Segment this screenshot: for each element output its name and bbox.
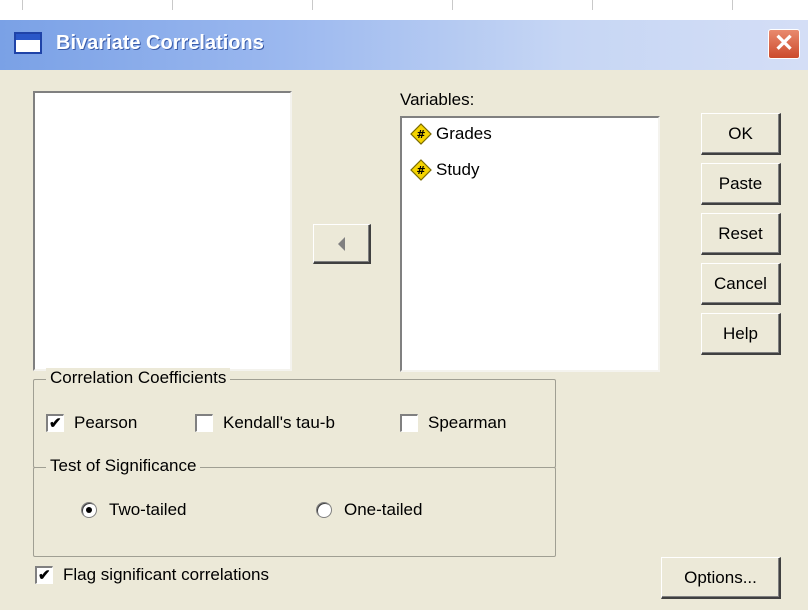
radio-selected-dot bbox=[86, 507, 92, 513]
svg-text:#: # bbox=[416, 128, 425, 141]
options-button[interactable]: Options... bbox=[661, 557, 781, 599]
close-icon: ✕ bbox=[773, 30, 795, 57]
ok-button[interactable]: OK bbox=[701, 113, 781, 155]
one-tailed-radio[interactable]: One-tailed bbox=[316, 500, 422, 520]
checkbox-box bbox=[195, 414, 213, 432]
two-tailed-radio[interactable]: Two-tailed bbox=[81, 500, 186, 520]
cancel-button[interactable]: Cancel bbox=[701, 263, 781, 305]
one-tailed-label: One-tailed bbox=[344, 500, 423, 519]
radio-button bbox=[316, 502, 332, 518]
spearman-label: Spearman bbox=[428, 413, 507, 432]
variable-name: Study bbox=[436, 160, 480, 179]
svg-text:#: # bbox=[416, 164, 425, 177]
pearson-checkbox[interactable]: ✔ Pearson bbox=[46, 413, 137, 433]
check-icon: ✔ bbox=[49, 415, 62, 432]
bivariate-correlations-dialog: Bivariate Correlations ✕ Variables: # Gr… bbox=[0, 20, 808, 610]
paste-button[interactable]: Paste bbox=[701, 163, 781, 205]
flag-significant-checkbox[interactable]: ✔ Flag significant correlations bbox=[35, 565, 269, 585]
close-button[interactable]: ✕ bbox=[768, 29, 800, 59]
background-strip bbox=[0, 0, 808, 20]
reset-button[interactable]: Reset bbox=[701, 213, 781, 255]
check-icon: ✔ bbox=[38, 567, 51, 584]
checkbox-box bbox=[400, 414, 418, 432]
checkbox-box: ✔ bbox=[35, 566, 53, 584]
correlation-coefficients-legend: Correlation Coefficients bbox=[46, 368, 231, 388]
list-item-study[interactable]: # Study bbox=[410, 156, 479, 184]
kendall-checkbox[interactable]: Kendall's tau-b bbox=[195, 413, 335, 433]
window-icon bbox=[14, 32, 42, 54]
window-title: Bivariate Correlations bbox=[56, 32, 264, 54]
checkbox-box: ✔ bbox=[46, 414, 64, 432]
variables-list[interactable]: # Grades # Study bbox=[400, 116, 660, 372]
numeric-variable-icon: # bbox=[410, 123, 432, 145]
source-variable-list[interactable] bbox=[33, 91, 292, 371]
test-of-significance-group: Test of Significance Two-tailed One-tail… bbox=[33, 456, 556, 557]
variable-name: Grades bbox=[436, 124, 492, 143]
pearson-label: Pearson bbox=[74, 413, 138, 432]
move-variable-button[interactable] bbox=[313, 224, 371, 264]
correlation-coefficients-group: Correlation Coefficients ✔ Pearson Kenda… bbox=[33, 368, 556, 468]
radio-button bbox=[81, 502, 97, 518]
title-bar: Bivariate Correlations ✕ bbox=[0, 20, 808, 70]
test-of-significance-legend: Test of Significance bbox=[46, 456, 201, 476]
numeric-variable-icon: # bbox=[410, 159, 432, 181]
list-item-grades[interactable]: # Grades bbox=[410, 120, 492, 148]
kendall-label: Kendall's tau-b bbox=[223, 413, 335, 432]
left-arrow-icon bbox=[338, 237, 345, 251]
flag-significant-label: Flag significant correlations bbox=[63, 565, 269, 584]
help-button[interactable]: Help bbox=[701, 313, 781, 355]
variables-label: Variables: bbox=[400, 90, 475, 109]
two-tailed-label: Two-tailed bbox=[109, 500, 187, 519]
spearman-checkbox[interactable]: Spearman bbox=[400, 413, 506, 433]
